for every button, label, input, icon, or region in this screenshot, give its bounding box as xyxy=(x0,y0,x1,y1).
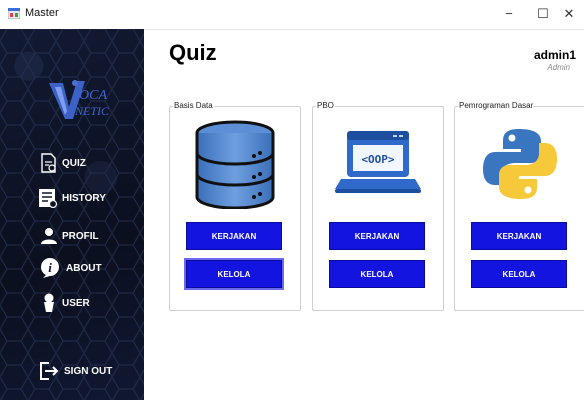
sidebar: OCA NETIC QUIZ HISTORY PROFIL i ABOUT US… xyxy=(0,29,144,400)
kelola-button[interactable]: KELOLA xyxy=(329,260,425,288)
sidebar-item-history[interactable]: HISTORY xyxy=(38,186,106,210)
card-title: Basis Data xyxy=(173,101,214,110)
svg-text:NETIC: NETIC xyxy=(74,104,110,118)
user-icon xyxy=(44,293,54,312)
kelola-button[interactable]: KELOLA xyxy=(184,258,284,290)
svg-text:OCA: OCA xyxy=(79,88,107,103)
card-title: Pemrograman Dasar xyxy=(458,101,535,110)
course-card-pemrograman-dasar: Pemrograman Dasar KERJAKAN KELOLA xyxy=(454,101,584,311)
app-icon xyxy=(8,8,20,19)
user-name: admin1 xyxy=(533,48,576,62)
user-role: Admin xyxy=(547,63,570,72)
sidebar-item-label: USER xyxy=(62,297,90,309)
kerjakan-button[interactable]: KERJAKAN xyxy=(186,222,282,250)
course-card-pbo: PBO <OOP> KERJAKAN KELOLA xyxy=(312,101,444,311)
sidebar-item-label: QUIZ xyxy=(62,157,86,169)
sidebar-item-profil[interactable]: PROFIL xyxy=(40,224,99,248)
kerjakan-button[interactable]: KERJAKAN xyxy=(329,222,425,250)
sidebar-item-label: ABOUT xyxy=(66,262,102,274)
sign-out-icon xyxy=(40,362,59,380)
window-title: Master xyxy=(25,7,59,19)
vocanetic-logo: OCA NETIC xyxy=(49,80,110,119)
sidebar-item-label: PROFIL xyxy=(62,230,99,242)
sidebar-item-label: SIGN OUT xyxy=(64,365,113,377)
sidebar-item-quiz[interactable]: QUIZ xyxy=(40,151,86,175)
quiz-icon xyxy=(41,153,56,173)
course-card-basis-data: Basis Data KERJAKAN KELOLA xyxy=(169,101,301,311)
page-title: Quiz xyxy=(169,40,217,65)
window-titlebar: Master − ☐ ✕ xyxy=(0,0,584,30)
sidebar-item-about[interactable]: i ABOUT xyxy=(40,256,102,280)
python-icon xyxy=(483,129,557,199)
database-icon xyxy=(195,120,275,209)
minimize-button[interactable]: − xyxy=(494,4,524,24)
close-button[interactable]: ✕ xyxy=(554,4,584,24)
kerjakan-button[interactable]: KERJAKAN xyxy=(471,222,567,250)
sidebar-item-label: HISTORY xyxy=(62,192,106,204)
sidebar-item-user[interactable]: USER xyxy=(40,291,90,315)
sidebar-item-sign-out[interactable]: SIGN OUT xyxy=(40,359,112,383)
history-icon xyxy=(39,189,58,208)
kelola-button[interactable]: KELOLA xyxy=(471,260,567,288)
oop-badge: <OOP> xyxy=(361,153,394,166)
svg-text:i: i xyxy=(48,260,52,275)
card-title: PBO xyxy=(316,101,335,110)
person-icon xyxy=(41,228,57,244)
info-icon: i xyxy=(41,258,59,278)
oop-icon: <OOP> xyxy=(335,131,421,193)
